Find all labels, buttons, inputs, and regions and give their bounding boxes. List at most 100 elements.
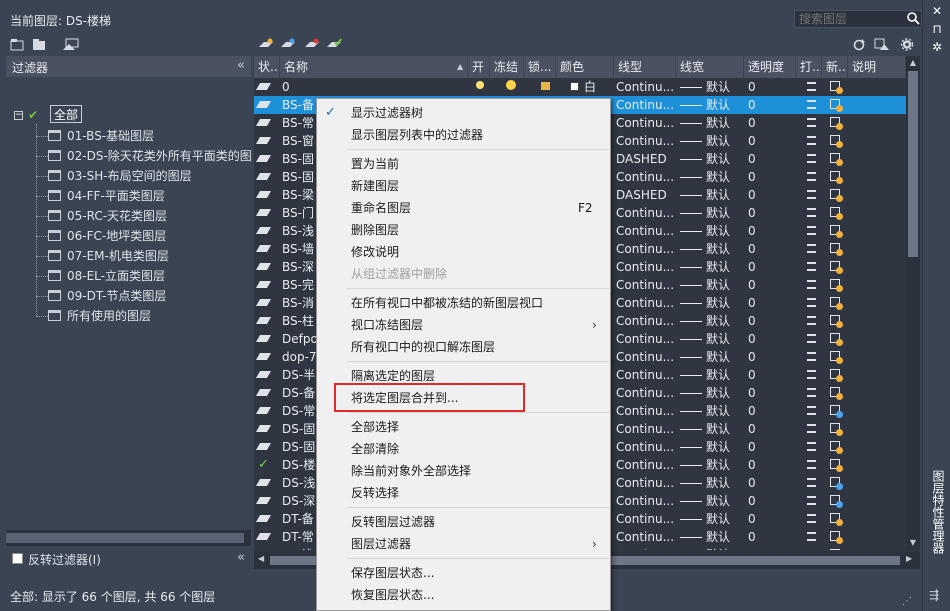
new-vp-freeze-icon[interactable] xyxy=(830,477,843,490)
menu-item[interactable]: 重命名图层 F2 xyxy=(317,197,610,219)
new-layer-icon[interactable] xyxy=(258,38,274,51)
grid-vscroll-thumb[interactable] xyxy=(908,71,918,257)
column-header[interactable]: 线型 xyxy=(614,56,676,78)
layer-lineweight[interactable]: 默认 xyxy=(706,294,744,312)
layer-transparency[interactable]: 0 xyxy=(748,330,794,348)
layer-transparency[interactable]: 0 xyxy=(748,78,794,96)
layer-transparency[interactable]: 0 xyxy=(748,366,794,384)
menu-item[interactable]: 图层过滤器 › xyxy=(317,533,610,555)
collapse-filter-icon[interactable]: « xyxy=(237,58,245,73)
plot-icon[interactable] xyxy=(807,280,816,289)
layer-lineweight[interactable]: 默认 xyxy=(706,402,744,420)
column-header[interactable]: 冻结 xyxy=(490,56,524,78)
layer-linetype[interactable]: Continu... xyxy=(616,312,676,330)
new-vp-freeze-icon[interactable] xyxy=(830,99,843,112)
filter-item[interactable]: 01-BS-基础图层 xyxy=(48,126,154,146)
plot-icon[interactable] xyxy=(807,388,816,397)
layer-lineweight[interactable]: 默认 xyxy=(706,366,744,384)
filter-item[interactable]: 09-DT-节点类图层 xyxy=(48,286,166,306)
menu-item[interactable]: 删除图层 xyxy=(317,219,610,241)
layer-color-name[interactable]: 白 xyxy=(584,78,612,96)
plot-icon[interactable] xyxy=(807,136,816,145)
close-icon[interactable]: ✕ xyxy=(930,4,944,18)
layer-linetype[interactable]: Continu... xyxy=(616,258,676,276)
sort-ascending-icon[interactable]: ▲ xyxy=(457,56,463,78)
column-header[interactable]: 名称 xyxy=(280,56,468,78)
menu-item[interactable]: 保存图层状态... xyxy=(317,562,610,584)
layer-linetype[interactable]: Continu... xyxy=(616,294,676,312)
menu-item[interactable]: 新建图层 xyxy=(317,175,610,197)
gear-icon[interactable] xyxy=(900,38,914,51)
layer-linetype[interactable]: DASHED xyxy=(616,150,676,168)
layer-transparency[interactable]: 0 xyxy=(748,348,794,366)
plot-icon[interactable] xyxy=(807,208,816,217)
layer-lineweight[interactable]: 默认 xyxy=(706,492,744,510)
new-vp-freeze-icon[interactable] xyxy=(830,261,843,274)
filter-item[interactable]: 07-EM-机电类图层 xyxy=(48,246,169,266)
filter-item[interactable]: 08-EL-立面类图层 xyxy=(48,266,165,286)
invert-filter-checkbox[interactable] xyxy=(12,553,23,564)
plot-icon[interactable] xyxy=(807,226,816,235)
menu-item[interactable]: 视口冻结图层 › xyxy=(317,314,610,336)
layer-linetype[interactable]: Continu... xyxy=(616,510,676,528)
new-vp-freeze-icon[interactable] xyxy=(830,117,843,130)
layer-lineweight[interactable]: 默认 xyxy=(706,456,744,474)
scroll-left-icon[interactable]: ◀ xyxy=(258,554,264,563)
menu-item[interactable]: 置为当前 xyxy=(317,153,610,175)
layer-transparency[interactable]: 0 xyxy=(748,114,794,132)
plot-icon[interactable] xyxy=(807,190,816,199)
layer-lineweight[interactable]: 默认 xyxy=(706,474,744,492)
menu-item[interactable]: 恢复图层状态... xyxy=(317,584,610,606)
layer-lineweight[interactable]: 默认 xyxy=(706,78,744,96)
new-vp-freeze-icon[interactable] xyxy=(830,423,843,436)
layer-lineweight[interactable]: 默认 xyxy=(706,150,744,168)
layer-transparency[interactable]: 0 xyxy=(748,204,794,222)
collapse-bottom-icon[interactable]: « xyxy=(237,550,245,565)
plot-icon[interactable] xyxy=(807,262,816,271)
layer-linetype[interactable]: Continu... xyxy=(616,96,676,114)
filter-item[interactable]: 06-FC-地坪类图层 xyxy=(48,226,166,246)
layer-color-swatch[interactable] xyxy=(570,82,579,91)
layer-linetype[interactable]: Continu... xyxy=(616,456,676,474)
plot-icon[interactable] xyxy=(807,118,816,127)
new-vp-freeze-icon[interactable] xyxy=(830,333,843,346)
new-vp-freeze-icon[interactable] xyxy=(830,513,843,526)
layer-transparency[interactable]: 0 xyxy=(748,510,794,528)
layer-lineweight[interactable]: 默认 xyxy=(706,276,744,294)
scroll-up-icon[interactable]: ▲ xyxy=(906,56,920,70)
layer-transparency[interactable]: 0 xyxy=(748,528,794,546)
plot-icon[interactable] xyxy=(807,496,816,505)
layer-transparency[interactable]: 0 xyxy=(748,384,794,402)
layer-lineweight[interactable]: 默认 xyxy=(706,384,744,402)
search-icon[interactable] xyxy=(906,11,920,25)
column-header[interactable]: 新... xyxy=(822,56,848,78)
palette-menu-icon[interactable]: ⇶ xyxy=(929,588,945,602)
layer-linetype[interactable]: Continu... xyxy=(616,330,676,348)
new-vp-freeze-icon[interactable] xyxy=(830,243,843,256)
grid-vscrollbar[interactable]: ▲ ▼ xyxy=(906,56,920,550)
layer-transparency[interactable]: 0 xyxy=(748,132,794,150)
menu-item[interactable]: 全部清除 xyxy=(317,438,610,460)
layer-transparency[interactable]: 0 xyxy=(748,186,794,204)
layer-lineweight[interactable]: 默认 xyxy=(706,96,744,114)
menu-item[interactable]: 除当前对象外全部选择 xyxy=(317,460,610,482)
layer-transparency[interactable]: 0 xyxy=(748,240,794,258)
layer-lineweight[interactable]: 默认 xyxy=(706,132,744,150)
layer-linetype[interactable]: Continu... xyxy=(616,420,676,438)
new-vp-freeze-icon[interactable] xyxy=(830,351,843,364)
new-vp-freeze-icon[interactable] xyxy=(830,387,843,400)
plot-icon[interactable] xyxy=(807,244,816,253)
layer-linetype[interactable]: Continu... xyxy=(616,132,676,150)
layer-lineweight[interactable]: 默认 xyxy=(706,330,744,348)
new-vp-freeze-icon[interactable] xyxy=(830,279,843,292)
new-property-filter-icon[interactable] xyxy=(10,38,24,51)
layer-lineweight[interactable]: 默认 xyxy=(706,546,744,550)
new-vp-freeze-icon[interactable] xyxy=(830,369,843,382)
new-vp-freeze-icon[interactable] xyxy=(830,405,843,418)
layer-linetype[interactable]: Continu... xyxy=(616,402,676,420)
menu-item[interactable]: 所有视口中的视口解冻图层 xyxy=(317,336,610,358)
new-vp-freeze-icon[interactable] xyxy=(830,207,843,220)
menu-item[interactable]: 反转选择 xyxy=(317,482,610,504)
column-header[interactable]: 透明度 xyxy=(744,56,796,78)
layer-transparency[interactable]: 0 xyxy=(748,492,794,510)
